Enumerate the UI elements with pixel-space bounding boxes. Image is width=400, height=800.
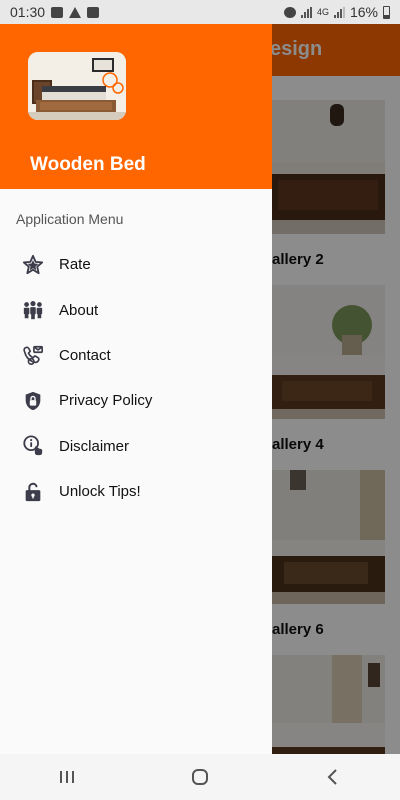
menu-item-about[interactable]: About <box>0 287 272 332</box>
recent-apps-button[interactable] <box>37 757 97 797</box>
menu-item-disclaimer[interactable]: Disclaimer <box>0 424 272 469</box>
signal-icon-2 <box>333 6 345 18</box>
contact-icon <box>22 344 44 366</box>
recent-apps-icon <box>59 771 74 783</box>
unlock-icon <box>22 481 44 503</box>
battery-percent: 16% <box>349 4 378 20</box>
back-icon <box>327 769 338 785</box>
app-logo <box>28 52 126 120</box>
navigation-drawer: Wooden Bed Application Menu Rate About C… <box>0 24 272 754</box>
warning-notification-icon <box>69 6 82 18</box>
menu-item-label: Rate <box>59 256 91 274</box>
menu-item-privacy-policy[interactable]: Privacy Policy <box>0 378 272 423</box>
people-icon <box>22 299 44 321</box>
drawer-app-name: Wooden Bed <box>30 154 146 175</box>
info-hand-icon <box>22 435 44 457</box>
menu-item-rate[interactable]: Rate <box>0 242 272 287</box>
status-bar: 01:30 4G 16% <box>0 0 400 24</box>
home-icon <box>191 769 208 785</box>
shield-lock-icon <box>22 390 44 412</box>
app-notification-icon <box>87 6 100 18</box>
menu-item-label: Contact <box>59 346 111 364</box>
status-time: 01:30 <box>10 4 46 20</box>
system-nav-bar <box>0 754 400 800</box>
menu-item-label: About <box>59 301 99 319</box>
drawer-header: Wooden Bed <box>0 24 272 189</box>
back-button[interactable] <box>303 757 363 797</box>
menu-item-label: Unlock Tips! <box>59 483 141 501</box>
menu-item-contact[interactable]: Contact <box>0 333 272 378</box>
menu-item-label: Privacy Policy <box>59 392 153 410</box>
image-notification-icon <box>51 6 64 18</box>
alarm-icon <box>283 6 296 18</box>
menu-item-label: Disclaimer <box>59 437 130 455</box>
menu-item-unlock-tips[interactable]: Unlock Tips! <box>0 469 272 514</box>
signal-icon <box>300 6 312 18</box>
menu-heading: Application Menu <box>16 211 124 227</box>
home-button[interactable] <box>170 757 230 797</box>
star-icon <box>22 254 44 276</box>
battery-icon <box>383 5 390 19</box>
network-type-label: 4G <box>316 7 329 17</box>
drawer-menu: Rate About Contact Privacy Policy Discla… <box>0 242 272 514</box>
